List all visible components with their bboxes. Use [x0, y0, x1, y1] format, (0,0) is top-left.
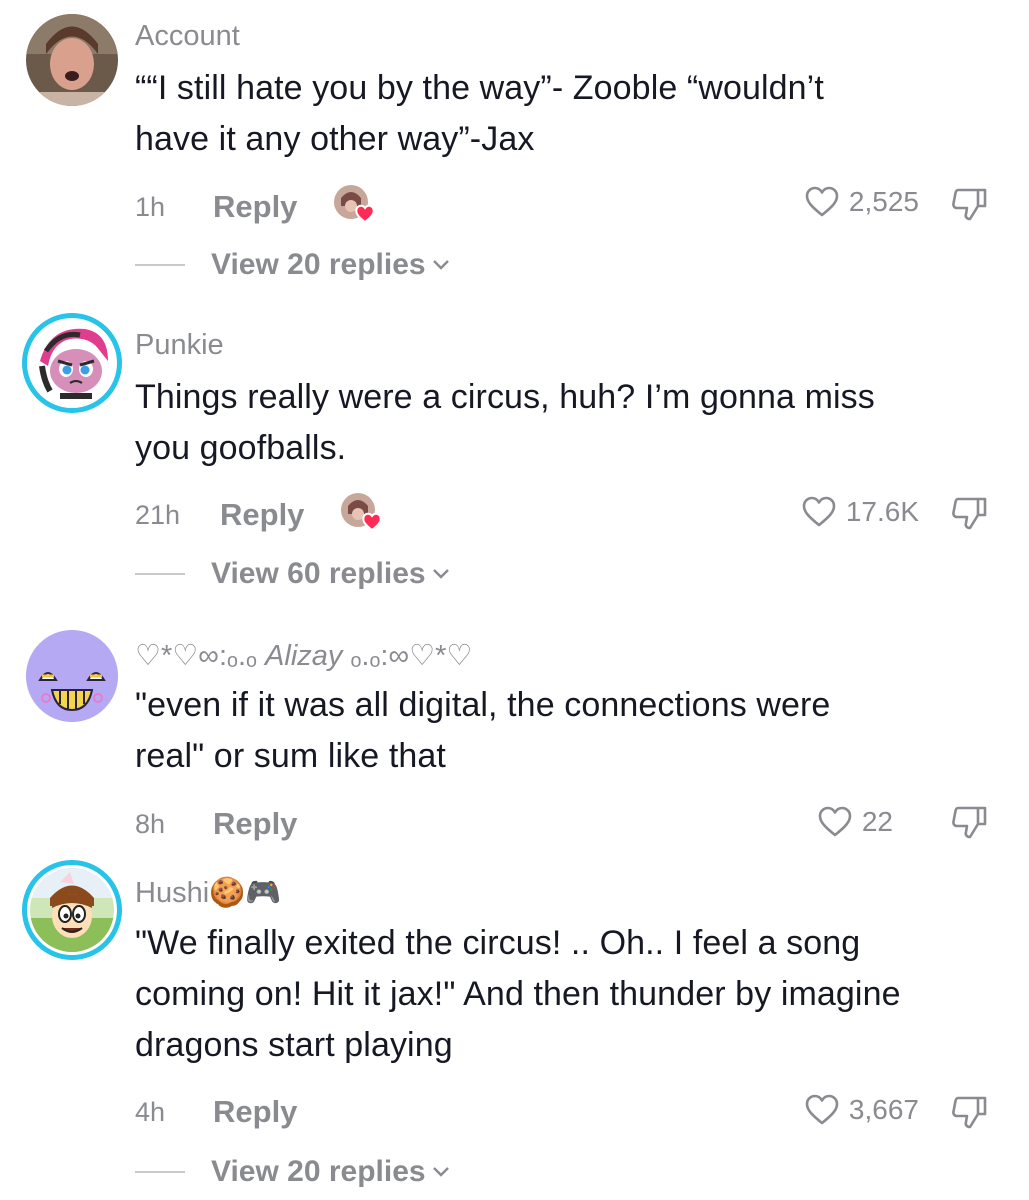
username-decoration: ₒ.ₒ:∞♡*♡ — [342, 640, 473, 672]
heart-outline-icon — [802, 496, 836, 527]
comment-username[interactable]: ♡*♡∞:ₒ.ₒ Alizay ₒ.ₒ:∞♡*♡ — [135, 638, 472, 673]
avatar-photo-icon — [26, 14, 118, 106]
like-count: 3,667 — [848, 1094, 919, 1125]
chevron-down-icon — [432, 260, 449, 270]
comment-text-line: "even if it was all digital, the connect… — [135, 686, 831, 724]
comment-timestamp: 1h — [135, 192, 166, 222]
replies-divider — [135, 1171, 185, 1173]
chevron-down-icon — [432, 1167, 449, 1177]
view-replies-button[interactable]: View 60 replies — [135, 557, 450, 591]
like-button[interactable]: 17.6K — [802, 496, 919, 528]
username-decoration: ♡*♡∞:ₒ.ₒ — [135, 640, 266, 672]
reply-button[interactable]: Reply — [213, 1094, 297, 1130]
replies-divider — [135, 264, 185, 266]
username-name: Alizay — [265, 640, 343, 672]
comment-text: "We finally exited the circus! .. Oh.. I… — [135, 918, 1015, 1071]
avatar[interactable] — [26, 630, 118, 722]
comment-text-line: have it any other way”-Jax — [135, 120, 535, 158]
like-button[interactable]: 2,525 — [805, 186, 919, 218]
view-replies-label: View 20 replies — [211, 1155, 426, 1188]
chevron-down-icon — [432, 569, 449, 579]
pony-avatar-icon — [30, 321, 114, 405]
dislike-button[interactable] — [950, 186, 990, 227]
like-count: 2,525 — [848, 186, 919, 217]
thumbs-down-outline-icon — [952, 806, 987, 839]
comment-text-line: "We finally exited the circus! .. Oh.. I… — [135, 924, 861, 962]
dislike-button[interactable] — [950, 804, 990, 845]
comment-text-line: you goofballs. — [135, 429, 347, 467]
like-button[interactable]: 3,667 — [805, 1094, 919, 1126]
comment-text-line: coming on! Hit it jax!" And then thunder… — [135, 975, 901, 1013]
view-replies-button[interactable]: View 20 replies — [135, 1155, 450, 1189]
comment-text: ““I still hate you by the way”- Zooble “… — [135, 63, 1015, 165]
comment-text-line: Things really were a circus, huh? I’m go… — [135, 378, 875, 416]
replies-divider — [135, 573, 185, 575]
comment-text-line: ““I still hate you by the way”- Zooble “… — [135, 69, 824, 107]
thumbs-down-outline-icon — [952, 188, 987, 221]
creator-liked-badge — [333, 184, 377, 224]
thumbs-down-outline-icon — [952, 1096, 987, 1129]
comment-timestamp: 4h — [135, 1097, 166, 1127]
cartoon-boy-avatar-icon — [30, 868, 114, 952]
comment-text-line: dragons start playing — [135, 1026, 453, 1064]
heart-outline-icon — [805, 186, 839, 217]
comment-text: Things really were a circus, huh? I’m go… — [135, 372, 1015, 474]
avatar-image — [30, 321, 114, 405]
comment-username[interactable]: Punkie — [135, 329, 224, 362]
dislike-button[interactable] — [950, 1094, 990, 1135]
comment-username[interactable]: Account — [135, 20, 240, 53]
like-count: 22 — [861, 806, 893, 837]
heart-outline-icon — [818, 806, 852, 837]
thumbs-down-outline-icon — [952, 497, 987, 530]
avatar[interactable] — [22, 860, 122, 960]
view-replies-label: View 60 replies — [211, 557, 426, 590]
smiling-face-avatar-icon — [26, 630, 118, 722]
avatar[interactable] — [22, 313, 122, 413]
reply-button[interactable]: Reply — [220, 497, 304, 533]
creator-liked-heart-icon — [334, 185, 375, 224]
view-replies-button[interactable]: View 20 replies — [135, 248, 450, 282]
comment-username[interactable]: Hushi🍪🎮 — [135, 876, 281, 910]
avatar[interactable] — [26, 14, 118, 106]
comment-timestamp: 21h — [135, 500, 181, 530]
reply-button[interactable]: Reply — [213, 189, 297, 225]
comment-timestamp: 8h — [135, 809, 166, 839]
comment-text-line: real" or sum like that — [135, 737, 446, 775]
like-count: 17.6K — [845, 496, 919, 527]
dislike-button[interactable] — [950, 495, 990, 536]
view-replies-label: View 20 replies — [211, 248, 426, 281]
like-button[interactable]: 22 — [818, 806, 893, 838]
heart-outline-icon — [805, 1094, 839, 1125]
avatar-image — [30, 868, 114, 952]
reply-button[interactable]: Reply — [213, 806, 297, 842]
creator-liked-badge — [340, 492, 384, 532]
comment-text: "even if it was all digital, the connect… — [135, 680, 1015, 782]
creator-liked-heart-icon — [341, 493, 382, 532]
